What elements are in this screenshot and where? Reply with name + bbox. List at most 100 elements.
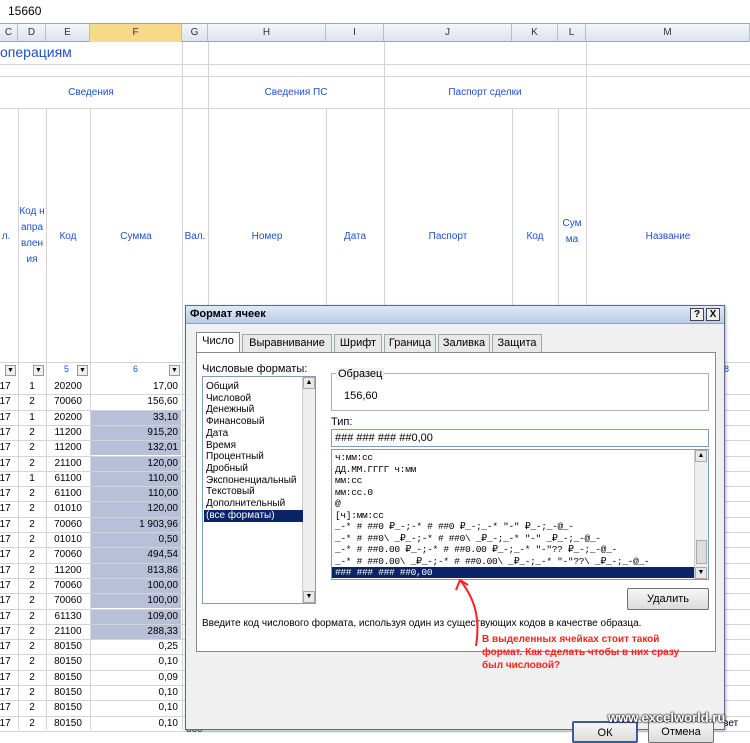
cell-e[interactable]: 80150 — [46, 686, 90, 700]
cell-c[interactable]: 017 — [0, 380, 16, 394]
cell-e[interactable]: 20200 — [46, 380, 90, 394]
cell-f[interactable]: 0,25 — [90, 640, 178, 654]
cell-d[interactable]: 2 — [18, 518, 46, 532]
column-header-j[interactable]: J — [384, 24, 512, 42]
format-item[interactable]: ч:мм:сс — [335, 452, 373, 463]
cell-f[interactable]: 110,00 — [90, 487, 178, 501]
cell-c[interactable]: 017 — [0, 502, 16, 516]
column-header-i[interactable]: I — [326, 24, 384, 42]
cell-e[interactable]: 21100 — [46, 625, 90, 639]
cell-f[interactable]: 109,00 — [90, 610, 178, 624]
format-item[interactable]: ### ### ### ##0,00 — [332, 567, 694, 578]
cell-f[interactable]: 0,09 — [90, 671, 178, 685]
cell-f[interactable]: 0,10 — [90, 686, 178, 700]
tab-4[interactable]: Заливка — [438, 334, 490, 352]
cell-e[interactable]: 61100 — [46, 472, 90, 486]
formula-value[interactable]: 15660 — [8, 4, 41, 18]
cell-e[interactable]: 80150 — [46, 701, 90, 715]
category-item[interactable]: Финансовый — [206, 416, 265, 428]
category-item[interactable]: Текстовый — [206, 486, 255, 498]
cell-f[interactable]: 0,10 — [90, 717, 178, 731]
cell-d[interactable]: 2 — [18, 655, 46, 669]
cell-c[interactable]: 017 — [0, 640, 16, 654]
cell-d[interactable]: 2 — [18, 671, 46, 685]
column-header-g[interactable]: G — [182, 24, 208, 42]
format-item[interactable]: _-* # ##0 ₽_-;-* # ##0 ₽_-;_-* "-" ₽_-;_… — [335, 521, 574, 532]
column-header-m[interactable]: M — [586, 24, 750, 42]
cell-d[interactable]: 2 — [18, 426, 46, 440]
cell-c[interactable]: 017 — [0, 564, 16, 578]
format-item[interactable]: ДД.ММ.ГГГГ ч:мм — [335, 464, 416, 475]
cell-f[interactable]: 0,10 — [90, 655, 178, 669]
filter-dropdown-e[interactable]: ▼ — [77, 365, 88, 376]
cell-e[interactable]: 70060 — [46, 518, 90, 532]
cell-d[interactable]: 2 — [18, 457, 46, 471]
category-item[interactable]: Экспоненциальный — [206, 475, 296, 487]
cell-e[interactable]: 80150 — [46, 671, 90, 685]
cell-d[interactable]: 1 — [18, 411, 46, 425]
cell-c[interactable]: 017 — [0, 533, 16, 547]
cell-c[interactable]: 017 — [0, 579, 16, 593]
category-item[interactable]: Процентный — [206, 451, 264, 463]
filter-dropdown-d[interactable]: ▼ — [33, 365, 44, 376]
column-header-k[interactable]: K — [512, 24, 558, 42]
cell-d[interactable]: 1 — [18, 380, 46, 394]
cell-d[interactable]: 2 — [18, 717, 46, 731]
column-header-e[interactable]: E — [46, 24, 90, 42]
cell-d[interactable]: 2 — [18, 395, 46, 409]
tab-1[interactable]: Выравнивание — [242, 334, 332, 352]
format-item[interactable]: _-* # ##0.00 ₽_-;-* # ##0.00 ₽_-;_-* "-"… — [335, 544, 617, 555]
cell-f[interactable]: 33,10 — [90, 411, 178, 425]
cell-f[interactable]: 813,86 — [90, 564, 178, 578]
cell-d[interactable]: 2 — [18, 625, 46, 639]
type-input-value[interactable]: ### ### ### ##0,00 — [335, 432, 433, 444]
delete-button[interactable]: Удалить — [627, 588, 709, 610]
format-item[interactable]: _-* # ##0\ _₽_-;-* # ##0\ _₽_-;_-* "-" _… — [335, 533, 601, 544]
tab-0[interactable]: Число — [196, 332, 240, 353]
format-scroll-thumb[interactable] — [696, 540, 707, 564]
format-item[interactable]: мм:сс — [335, 475, 362, 486]
category-item[interactable]: Дробный — [206, 463, 248, 475]
cell-d[interactable]: 2 — [18, 701, 46, 715]
cell-f[interactable]: 288,33 — [90, 625, 178, 639]
cell-c[interactable]: 017 — [0, 625, 16, 639]
help-button[interactable]: ? — [690, 308, 704, 321]
cell-f[interactable]: 156,60 — [90, 395, 178, 409]
tab-3[interactable]: Граница — [384, 334, 436, 352]
cell-f[interactable]: 0,10 — [90, 701, 178, 715]
cell-c[interactable]: 017 — [0, 671, 16, 685]
format-item[interactable]: _-* # ##0.00\ _₽_-;-* # ##0.00\ _₽_-;_-*… — [335, 556, 650, 567]
cell-c[interactable]: 017 — [0, 518, 16, 532]
category-item[interactable]: Время — [206, 440, 236, 452]
format-scroll-down-icon[interactable]: ▼ — [695, 567, 707, 579]
cell-e[interactable]: 80150 — [46, 640, 90, 654]
format-list[interactable]: ▲ ▼ ч:мм:сс ДД.ММ.ГГГГ ч:мм мм:сс мм:сс.0 @[… — [331, 449, 709, 580]
cell-c[interactable]: 017 — [0, 610, 16, 624]
cell-d[interactable]: 1 — [18, 472, 46, 486]
cell-f[interactable]: 0,50 — [90, 533, 178, 547]
cell-c[interactable]: 017 — [0, 441, 16, 455]
cell-f[interactable]: 494,54 — [90, 548, 178, 562]
cell-d[interactable]: 2 — [18, 610, 46, 624]
cell-c[interactable]: 017 — [0, 457, 16, 471]
tab-5[interactable]: Защита — [492, 334, 542, 352]
cell-e[interactable]: 70060 — [46, 395, 90, 409]
filter-dropdown-f[interactable]: ▼ — [169, 365, 180, 376]
cell-e[interactable]: 01010 — [46, 533, 90, 547]
cell-c[interactable]: 017 — [0, 717, 16, 731]
category-item[interactable]: Дата — [206, 428, 228, 440]
cell-c[interactable]: 017 — [0, 686, 16, 700]
column-header-h[interactable]: H — [208, 24, 326, 42]
cell-e[interactable]: 61100 — [46, 487, 90, 501]
cell-d[interactable]: 2 — [18, 564, 46, 578]
category-item[interactable]: Дополнительный — [206, 498, 285, 510]
cell-f[interactable]: 1 903,96 — [90, 518, 178, 532]
type-input[interactable]: ### ### ### ##0,00 — [331, 429, 709, 447]
column-header-l[interactable]: L — [558, 24, 586, 42]
cell-f[interactable]: 100,00 — [90, 579, 178, 593]
cell-d[interactable]: 2 — [18, 594, 46, 608]
cell-f[interactable]: 17,00 — [90, 380, 178, 394]
cell-e[interactable]: 70060 — [46, 594, 90, 608]
cell-c[interactable]: 017 — [0, 701, 16, 715]
cell-c[interactable]: 017 — [0, 411, 16, 425]
